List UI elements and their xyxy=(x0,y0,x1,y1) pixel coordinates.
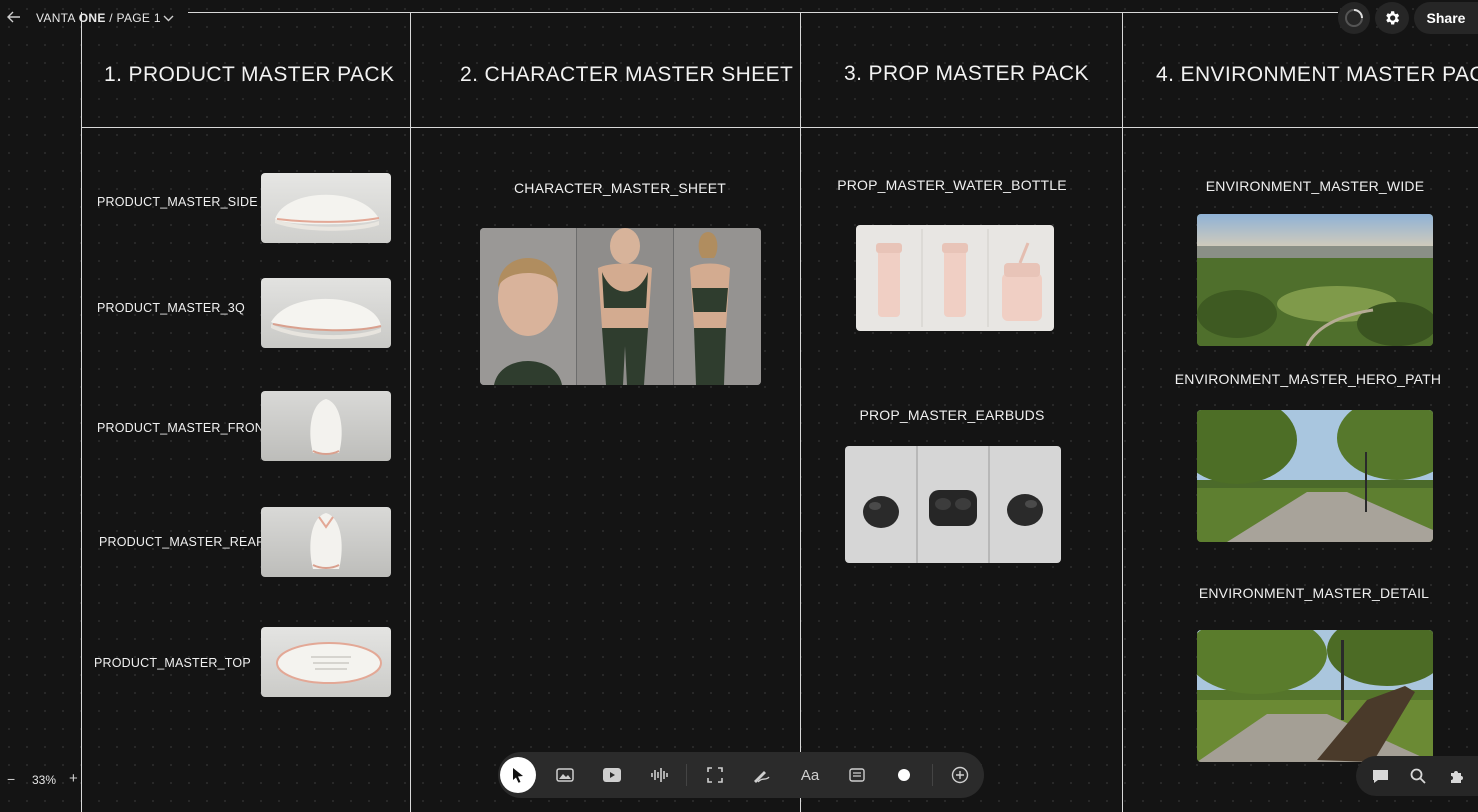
product-thumb-side[interactable] xyxy=(261,173,391,243)
prop-label-water-bottle: PROP_MASTER_WATER_BOTTLE xyxy=(837,177,1067,193)
bottom-toolbar: Aa xyxy=(498,752,984,798)
breadcrumb[interactable]: VANTA ONE / PAGE 1 xyxy=(36,11,161,25)
column-title-environment: 4. ENVIRONMENT MASTER PACK xyxy=(1156,63,1478,86)
image-icon[interactable] xyxy=(549,759,581,791)
env-label-detail: ENVIRONMENT_MASTER_DETAIL xyxy=(1198,585,1430,601)
settings-gear-icon[interactable] xyxy=(1375,2,1409,34)
text-icon[interactable]: Aa xyxy=(794,759,826,791)
column-divider-3 xyxy=(800,12,801,812)
env-thumb-hero-path[interactable] xyxy=(1197,410,1433,542)
note-icon[interactable] xyxy=(841,759,873,791)
add-circle-icon[interactable] xyxy=(944,759,976,791)
env-label-hero-path: ENVIRONMENT_MASTER_HERO_PATH xyxy=(1174,371,1442,387)
toolbar-separator-2 xyxy=(932,764,933,786)
column-divider-1 xyxy=(81,12,82,812)
brand-name-bold: ONE xyxy=(78,11,106,25)
product-thumb-rear[interactable] xyxy=(261,507,391,577)
share-label: Share xyxy=(1426,10,1466,26)
character-thumb-sheet[interactable] xyxy=(480,228,761,385)
page-name: / PAGE 1 xyxy=(109,11,161,25)
draw-icon[interactable] xyxy=(745,759,777,791)
color-dot-icon[interactable] xyxy=(888,759,920,791)
product-label-3q: PRODUCT_MASTER_3Q xyxy=(97,301,245,315)
toolbar-separator xyxy=(686,764,687,786)
frame-icon[interactable] xyxy=(699,759,731,791)
header-divider-line xyxy=(82,127,1478,128)
product-label-side: PRODUCT_MASTER_SIDE xyxy=(97,195,258,209)
product-label-front: PRODUCT_MASTER_FRONT xyxy=(97,421,272,435)
back-arrow-icon[interactable] xyxy=(6,9,22,25)
prop-thumb-water-bottle[interactable] xyxy=(856,225,1054,331)
column-divider-4 xyxy=(1122,12,1123,812)
character-label-sheet: CHARACTER_MASTER_SHEET xyxy=(513,180,727,196)
brand-name: VANTA xyxy=(36,11,76,25)
env-label-wide: ENVIRONMENT_MASTER_WIDE xyxy=(1205,178,1425,194)
comment-icon[interactable] xyxy=(1370,766,1390,786)
prop-label-earbuds: PROP_MASTER_EARBUDS xyxy=(859,407,1045,423)
bottom-right-panel xyxy=(1356,756,1478,796)
product-thumb-front[interactable] xyxy=(261,391,391,461)
zoom-in-button[interactable]: + xyxy=(69,770,78,787)
search-icon[interactable] xyxy=(1408,766,1428,786)
column-title-product: 1. PRODUCT MASTER PACK xyxy=(104,63,395,86)
audio-waveform-icon[interactable] xyxy=(643,759,675,791)
product-label-top: PRODUCT_MASTER_TOP xyxy=(94,656,251,670)
video-play-icon[interactable] xyxy=(596,759,628,791)
loading-spinner-icon xyxy=(1338,2,1370,34)
prop-thumb-earbuds[interactable] xyxy=(845,446,1061,563)
zoom-level: 33% xyxy=(32,773,57,787)
chevron-down-icon[interactable] xyxy=(161,11,175,25)
product-thumb-3q[interactable] xyxy=(261,278,391,348)
plugin-puzzle-icon[interactable] xyxy=(1446,765,1468,787)
text-tool-label: Aa xyxy=(800,766,820,784)
select-cursor-icon[interactable] xyxy=(500,757,536,793)
product-thumb-top[interactable] xyxy=(261,627,391,697)
column-title-prop: 3. PROP MASTER PACK xyxy=(844,62,1089,85)
zoom-out-button[interactable]: − xyxy=(7,771,15,787)
env-thumb-detail[interactable] xyxy=(1197,630,1433,762)
share-button[interactable]: Share xyxy=(1414,2,1478,34)
product-label-rear: PRODUCT_MASTER_REAR xyxy=(99,535,266,549)
column-divider-2 xyxy=(410,12,411,812)
env-thumb-wide[interactable] xyxy=(1197,214,1433,346)
column-title-character: 2. CHARACTER MASTER SHEET xyxy=(460,63,794,86)
top-border-line xyxy=(188,12,1338,13)
